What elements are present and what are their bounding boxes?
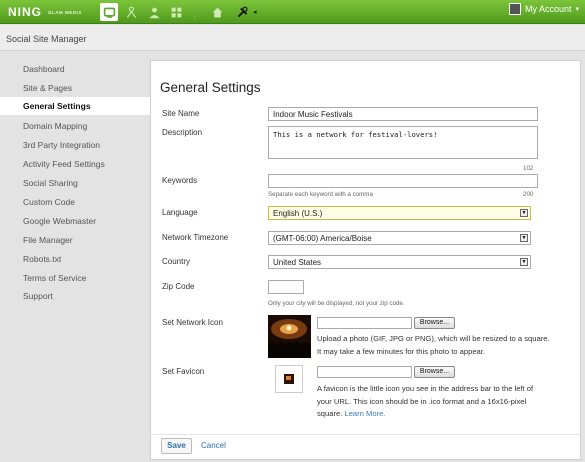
panel-title: General Settings	[160, 80, 261, 95]
tools-icon[interactable]	[233, 3, 251, 21]
favicon-description: A favicon is the little icon you see in …	[317, 383, 579, 421]
network-icon-description: Upload a photo (GIF, JPG or PNG), which …	[317, 333, 579, 358]
language-select[interactable]: English (U.S.) ▼	[268, 206, 531, 220]
favicon-browse-button[interactable]: Browse...	[414, 366, 455, 378]
dropdown-arrow-icon: ▼	[520, 209, 528, 217]
sidebar-item-activity-feed-settings[interactable]: Activity Feed Settings	[0, 155, 150, 173]
sidebar-item-3rd-party-integration[interactable]: 3rd Party Integration	[0, 136, 150, 154]
sidebar-item-dashboard[interactable]: Dashboard	[0, 60, 150, 78]
description-char-count: 102	[523, 165, 534, 172]
save-button[interactable]: Save	[161, 438, 192, 454]
learn-more-link[interactable]: Learn More.	[344, 409, 385, 418]
keywords-input[interactable]	[268, 174, 538, 188]
zip-label: Zip Code	[162, 282, 195, 291]
sidebar-item-support[interactable]: Support	[0, 287, 150, 305]
sidebar-item-terms-of-service[interactable]: Terms of Service	[0, 269, 150, 287]
logo-subtitle: GLAM MEDIA	[48, 10, 82, 15]
favicon-label: Set Favicon	[162, 367, 205, 376]
general-settings-panel: General Settings Site Name Indoor Music …	[150, 60, 581, 460]
page-header: Social Site Manager	[0, 25, 585, 51]
sidebar-item-custom-code[interactable]: Custom Code	[0, 193, 150, 211]
country-value: United States	[273, 258, 322, 267]
site-name-input[interactable]: Indoor Music Festivals	[268, 107, 538, 121]
favicon-desc-line: your URL. This icon should be in .ico fo…	[317, 396, 527, 406]
zip-hint: Only your city will be displayed, not yo…	[268, 300, 405, 307]
keywords-hint: Separate each keyword with a comma	[268, 191, 373, 198]
ning-logo[interactable]: NING	[8, 5, 42, 19]
language-value: English (U.S.)	[273, 209, 323, 218]
zip-input[interactable]	[268, 280, 304, 294]
avatar	[508, 3, 521, 15]
keywords-label: Keywords	[162, 176, 198, 185]
top-navigation-bar: NING GLAM MEDIA ◂ My Account ▾	[0, 0, 585, 24]
home-icon[interactable]	[208, 3, 226, 21]
toolbar-divider	[194, 4, 195, 20]
chevron-down-icon: ▾	[575, 6, 579, 13]
form-footer-divider	[151, 434, 580, 435]
favicon-file-input[interactable]	[317, 366, 412, 378]
site-name-label: Site Name	[162, 109, 200, 118]
cancel-link[interactable]: Cancel	[201, 441, 226, 450]
page-title: Social Site Manager	[6, 34, 87, 44]
favicon-desc-line: A favicon is the little icon you see in …	[317, 384, 534, 393]
keywords-char-count: 200	[523, 191, 534, 198]
sidebar-item-file-manager[interactable]: File Manager	[0, 231, 150, 249]
tools-arrow-icon[interactable]: ◂	[253, 8, 257, 16]
country-select[interactable]: United States ▼	[268, 255, 531, 269]
network-icon-browse-button[interactable]: Browse...	[414, 317, 455, 329]
timezone-label: Network Timezone	[162, 233, 229, 242]
sidebar-item-google-webmaster[interactable]: Google Webmaster	[0, 212, 150, 230]
country-label: Country	[162, 257, 191, 266]
sidebar-item-social-sharing[interactable]: Social Sharing	[0, 174, 150, 192]
dropdown-arrow-icon: ▼	[520, 234, 528, 242]
timezone-select[interactable]: (GMT-06:00) America/Boise ▼	[268, 231, 531, 245]
language-label: Language	[162, 208, 198, 217]
favicon-preview	[275, 365, 303, 393]
sidebar-item-general-settings[interactable]: General Settings	[0, 97, 150, 115]
account-label: My Account	[524, 4, 572, 14]
description-textarea[interactable]: This is a network for festival-lovers!	[268, 126, 538, 159]
timezone-value: (GMT-06:00) America/Boise	[273, 234, 372, 243]
favicon-desc-line: square. Learn More.	[317, 408, 579, 421]
apps-icon[interactable]	[167, 3, 185, 21]
member-icon[interactable]	[145, 3, 163, 21]
network-icon-desc-line: Upload a photo (GIF, JPG or PNG), which …	[317, 334, 550, 343]
network-icon-label: Set Network Icon	[162, 318, 223, 327]
network-icon-desc-line: It may take a few minutes for this photo…	[317, 346, 485, 356]
people-icon[interactable]	[122, 3, 140, 21]
account-menu[interactable]: My Account ▾	[508, 3, 579, 15]
network-icon[interactable]	[100, 3, 118, 21]
network-icon-file-input[interactable]	[317, 317, 412, 329]
dropdown-arrow-icon: ▼	[520, 258, 528, 266]
network-icon-preview	[268, 315, 311, 358]
sidebar-item-robots-txt[interactable]: Robots.txt	[0, 250, 150, 268]
description-label: Description	[162, 128, 203, 137]
sidebar-item-domain-mapping[interactable]: Domain Mapping	[0, 117, 150, 135]
favicon-desc-line-3: square.	[317, 409, 343, 418]
sidebar-item-site-pages[interactable]: Site & Pages	[0, 79, 150, 97]
